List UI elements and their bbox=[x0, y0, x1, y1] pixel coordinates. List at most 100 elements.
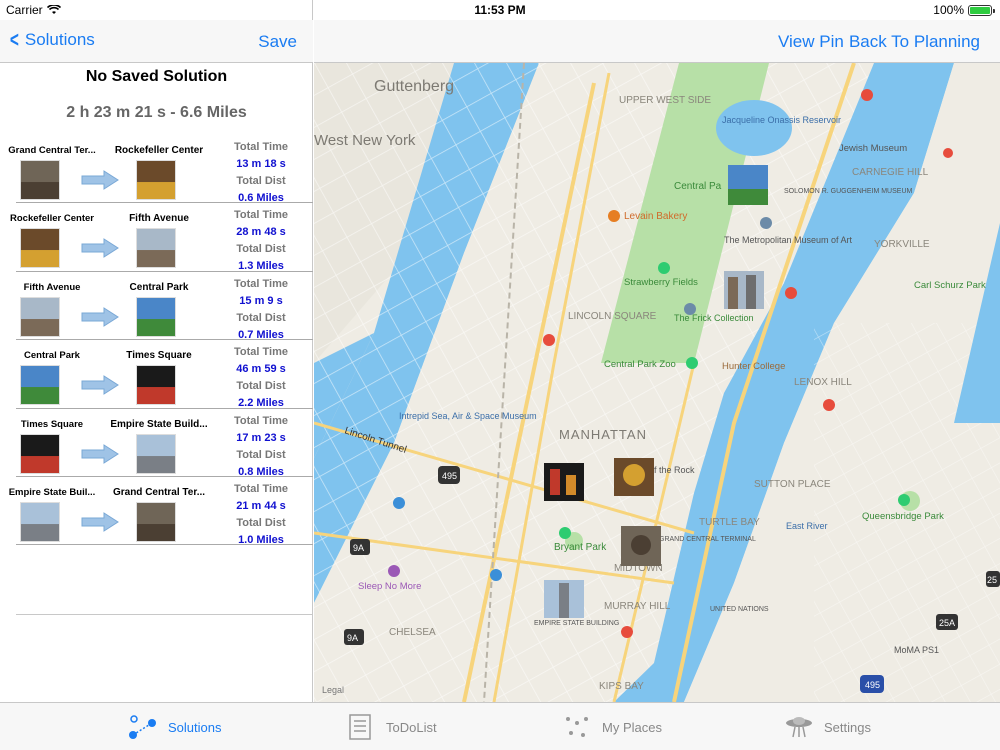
leg-to-name: Times Square bbox=[126, 350, 192, 362]
label-carl-schurz: Carl Schurz Park bbox=[914, 280, 986, 291]
svg-text:495: 495 bbox=[865, 680, 880, 690]
label-intrepid: Intrepid Sea, Air & Space Museum bbox=[399, 411, 537, 421]
total-dist-label: Total Dist bbox=[236, 243, 286, 256]
leg-to-name: Rockefeller Center bbox=[114, 145, 204, 156]
clock: 11:53 PM bbox=[474, 3, 526, 17]
leg-stats: Total Time 15 m 9 s Total Dist 0.7 Miles bbox=[221, 276, 301, 344]
label-guggenheim: SOLOMON R. GUGGENHEIM MUSEUM bbox=[784, 188, 913, 195]
leg-to-photo bbox=[136, 501, 176, 542]
leg-stats: Total Time 17 m 23 s Total Dist 0.8 Mile… bbox=[221, 413, 301, 481]
label-lincoln-square: LINCOLN SQUARE bbox=[568, 311, 657, 322]
leg-stats: Total Time 28 m 48 s Total Dist 1.3 Mile… bbox=[221, 207, 301, 275]
total-time-value: 28 m 48 s bbox=[236, 226, 286, 239]
total-dist-value: 1.0 Miles bbox=[238, 533, 284, 546]
leg-to-photo bbox=[136, 365, 176, 406]
map-canvas[interactable]: Guttenberg West New York UPPER WEST SIDE… bbox=[314, 63, 1000, 702]
total-time-label: Total Time bbox=[234, 346, 288, 359]
photo-pin-times-square[interactable] bbox=[544, 463, 584, 501]
total-time-value: 15 m 9 s bbox=[239, 294, 283, 307]
total-dist-label: Total Dist bbox=[236, 380, 286, 393]
label-central-park: Central Pa bbox=[674, 181, 722, 192]
tab-my-places-label: My Places bbox=[602, 719, 662, 735]
leg-row[interactable]: Central Park Times Square Total Time 46 … bbox=[16, 340, 313, 409]
label-top-of-the-rock: f the Rock bbox=[654, 465, 695, 475]
tab-bar: Solutions ToDoList My Places Settings bbox=[0, 702, 1000, 750]
reservoir bbox=[716, 100, 792, 156]
map-view[interactable]: Guttenberg West New York UPPER WEST SIDE… bbox=[314, 63, 1000, 702]
tab-todolist-label: ToDoList bbox=[386, 719, 437, 735]
settings-icon bbox=[786, 717, 812, 738]
photo-pin-rockefeller[interactable] bbox=[614, 458, 654, 496]
label-frick: The Frick Collection bbox=[674, 313, 754, 323]
leg-row[interactable]: Empire State Buil... Grand Central Ter..… bbox=[9, 477, 313, 546]
label-grand-central: GRAND CENTRAL TERMINAL bbox=[659, 536, 756, 543]
leg-row[interactable]: Fifth Avenue Central Park Total Time 15 … bbox=[16, 272, 313, 341]
back-label: Solutions bbox=[24, 30, 95, 49]
total-time-label: Total Time bbox=[234, 209, 288, 222]
leg-row[interactable]: Times Square Empire State Build... Total… bbox=[16, 409, 313, 478]
tab-my-places[interactable]: My Places bbox=[562, 713, 662, 741]
arrow-right-icon bbox=[81, 170, 119, 190]
label-chelsea: CHELSEA bbox=[389, 627, 436, 638]
leg-from-name: Central Park bbox=[24, 350, 80, 362]
map-nav-bar: View Pin Back To Planning bbox=[314, 20, 1000, 63]
label-kips-bay: KIPS BAY bbox=[599, 681, 644, 692]
solutions-nav-bar: < Solutions Save bbox=[0, 20, 313, 63]
total-time-label: Total Time bbox=[234, 277, 288, 290]
svg-text:9A: 9A bbox=[353, 543, 364, 553]
leg-from-photo bbox=[20, 501, 60, 542]
photo-pin-fifth-avenue[interactable] bbox=[724, 271, 764, 309]
tab-solutions[interactable]: Solutions bbox=[128, 713, 221, 741]
list-divider bbox=[16, 614, 313, 615]
total-time-label: Total Time bbox=[234, 414, 288, 427]
total-time-value: 13 m 18 s bbox=[236, 158, 286, 170]
arrow-right-icon bbox=[81, 238, 119, 259]
view-pin-button[interactable]: View Pin bbox=[778, 32, 844, 52]
solutions-icon bbox=[129, 715, 156, 739]
label-reservoir: Jacqueline Onassis Reservoir bbox=[722, 115, 841, 125]
photo-pin-empire-state[interactable] bbox=[544, 580, 584, 618]
photo-pin-central-park[interactable] bbox=[728, 165, 768, 205]
leg-to-name: Central Park bbox=[129, 281, 189, 293]
leg-from-name: Rockefeller Center bbox=[10, 213, 94, 225]
tab-todolist[interactable]: ToDoList bbox=[346, 713, 437, 741]
my-places-icon bbox=[566, 717, 588, 737]
label-hunter: Hunter College bbox=[722, 361, 785, 372]
legal-link[interactable]: Legal bbox=[322, 685, 344, 695]
arrow-right-icon bbox=[81, 443, 119, 464]
label-sleep-no-more: Sleep No More bbox=[358, 581, 421, 592]
todolist-icon bbox=[349, 714, 371, 740]
label-manhattan: MANHATTAN bbox=[559, 427, 647, 442]
total-time-value: 17 m 23 s bbox=[236, 431, 286, 444]
leg-to-photo bbox=[136, 296, 176, 337]
save-button[interactable]: Save bbox=[258, 32, 297, 52]
label-upper-west-side: UPPER WEST SIDE bbox=[619, 95, 711, 106]
solution-summary: 2 h 23 m 21 s - 6.6 Miles bbox=[66, 104, 247, 121]
leg-row[interactable]: Rockefeller Center Fifth Avenue Total Ti… bbox=[10, 203, 313, 272]
label-west-new-york: West New York bbox=[314, 132, 416, 149]
solutions-back-button[interactable]: < Solutions bbox=[8, 29, 95, 51]
label-sutton-place: SUTTON PLACE bbox=[754, 479, 831, 490]
leg-stats: Total Time 21 m 44 s Total Dist 1.0 Mile… bbox=[221, 481, 301, 549]
total-dist-label: Total Dist bbox=[236, 448, 286, 461]
legs-list: Grand Central Ter... Rockefeller Center … bbox=[0, 135, 313, 546]
leg-to-name: Fifth Avenue bbox=[129, 213, 189, 225]
total-dist-label: Total Dist bbox=[236, 311, 286, 324]
tab-settings[interactable]: Settings bbox=[784, 713, 871, 741]
leg-from-photo bbox=[20, 296, 60, 337]
label-empire-state: EMPIRE STATE BUILDING bbox=[534, 620, 619, 627]
back-to-planning-button[interactable]: Back To Planning bbox=[849, 32, 980, 52]
tab-settings-label: Settings bbox=[824, 719, 871, 735]
label-queensbridge: Queensbridge Park bbox=[862, 511, 944, 522]
leg-to-photo bbox=[136, 160, 176, 200]
label-jewish-museum: Jewish Museum bbox=[839, 143, 907, 154]
total-time-label: Total Time bbox=[234, 482, 288, 495]
leg-from-name: Times Square bbox=[20, 418, 84, 430]
leg-from-photo bbox=[20, 365, 60, 406]
photo-pin-grand-central[interactable] bbox=[621, 526, 661, 566]
svg-text:25A: 25A bbox=[939, 618, 955, 628]
label-un: UNITED NATIONS bbox=[710, 606, 769, 613]
arrow-right-icon bbox=[81, 375, 119, 396]
leg-row[interactable]: Grand Central Ter... Rockefeller Center … bbox=[8, 135, 313, 204]
label-east-river: East River bbox=[786, 521, 828, 531]
